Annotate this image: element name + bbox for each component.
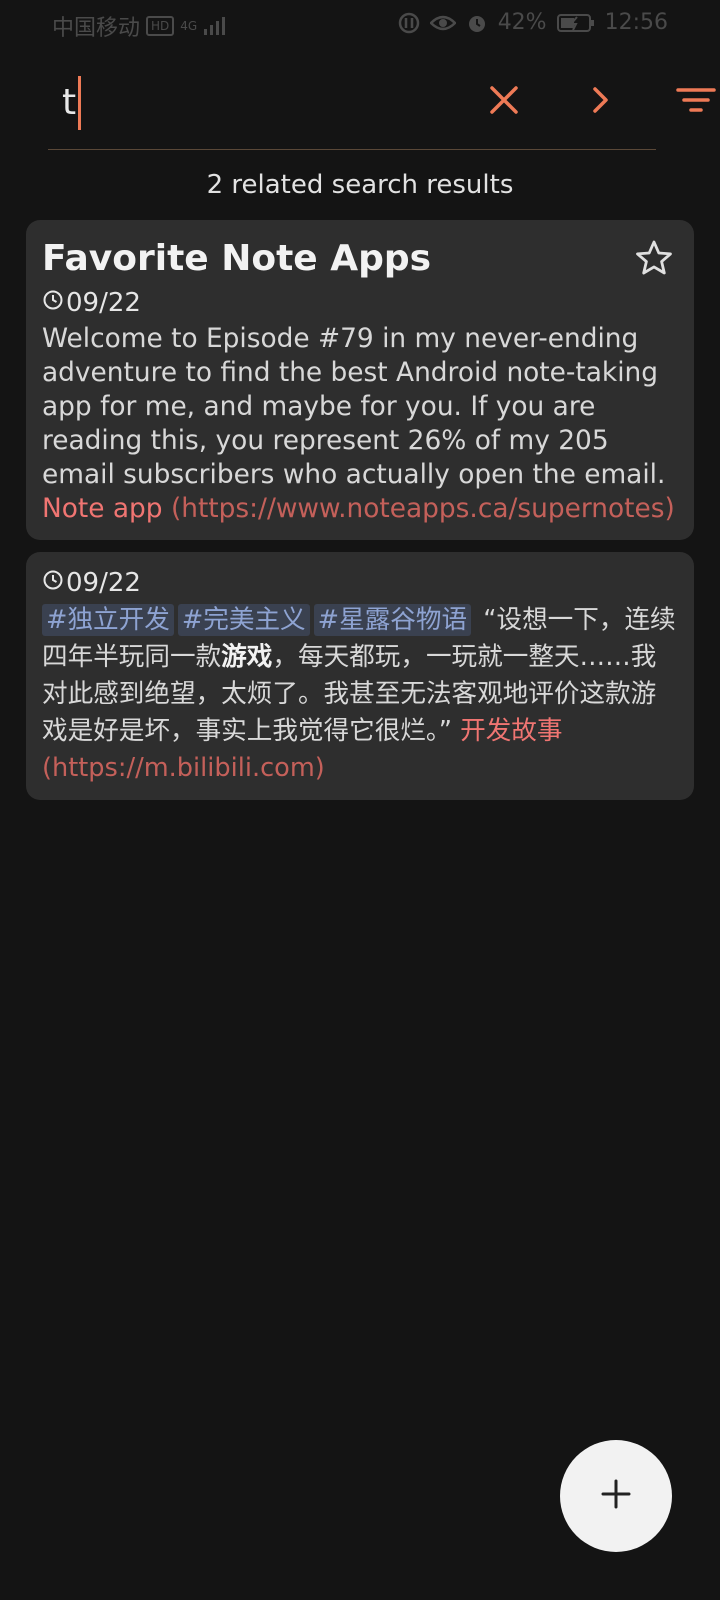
chevron-right-icon: [589, 85, 611, 119]
battery-icon: [556, 13, 595, 33]
search-bar: [0, 70, 720, 140]
note-body: #独立开发 #完美主义 #星露谷物语 “设想一下，连续四年半玩同一款游戏，每天都玩，…: [42, 602, 678, 787]
network-type: 4G: [180, 19, 198, 33]
search-input[interactable]: [62, 78, 462, 126]
note-body: Welcome to Episode #79 in my never-endin…: [42, 322, 678, 526]
eye-icon: [429, 13, 456, 33]
note-link-url[interactable]: (https://m.bilibili.com): [42, 753, 325, 783]
note-date-text: 09/22: [66, 288, 141, 318]
note-link-label[interactable]: 开发故事: [460, 716, 562, 746]
nfc-icon: [398, 12, 420, 34]
plus-icon: [600, 1478, 632, 1514]
battery-percentage: 42%: [497, 10, 547, 35]
signal-icon: [203, 16, 226, 36]
note-card[interactable]: 09/22 #独立开发 #完美主义 #星露谷物语 “设想一下，连续四年半玩同一款游戏…: [26, 552, 694, 800]
note-link-url[interactable]: (https://www.noteapps.ca/supernotes): [171, 493, 675, 524]
favorite-button[interactable]: [632, 238, 676, 282]
note-link-label[interactable]: Note app: [42, 493, 163, 524]
text-caret: [78, 76, 81, 130]
filter-button[interactable]: [672, 78, 720, 126]
result-count-label: 2 related search results: [206, 170, 514, 200]
note-tag[interactable]: #完美主义: [177, 604, 310, 636]
search-highlight: 游戏: [221, 642, 273, 672]
note-tag[interactable]: #星露谷物语: [313, 604, 472, 636]
star-icon: [635, 240, 673, 280]
note-body-text: Welcome to Episode #79 in my never-endin…: [42, 323, 666, 490]
add-note-button[interactable]: [560, 1440, 672, 1552]
next-result-button[interactable]: [576, 78, 624, 126]
note-tag[interactable]: #独立开发: [42, 604, 174, 636]
alarm-icon: [466, 12, 488, 34]
note-title: Favorite Note Apps: [42, 238, 432, 279]
status-bar-left: 中国移动 HD 4G: [52, 10, 226, 42]
clock-icon: [42, 566, 66, 600]
note-date-text: 09/22: [66, 568, 141, 598]
filter-icon: [676, 85, 716, 119]
hd-badge: HD: [146, 16, 175, 36]
close-icon: [488, 84, 520, 120]
note-date: 09/22: [42, 566, 678, 600]
note-date: 09/22: [42, 286, 678, 320]
carrier-name: 中国移动: [52, 16, 141, 41]
clock-icon: [42, 286, 66, 320]
clear-search-button[interactable]: [480, 78, 528, 126]
note-card[interactable]: Favorite Note Apps 09/22 Welcome to Epis…: [26, 220, 694, 540]
status-bar: 中国移动 HD 4G 42% 12:56: [0, 0, 720, 50]
search-underline: [48, 149, 656, 150]
clock-time: 12:56: [604, 10, 668, 35]
status-bar-right: 42% 12:56: [398, 10, 668, 35]
